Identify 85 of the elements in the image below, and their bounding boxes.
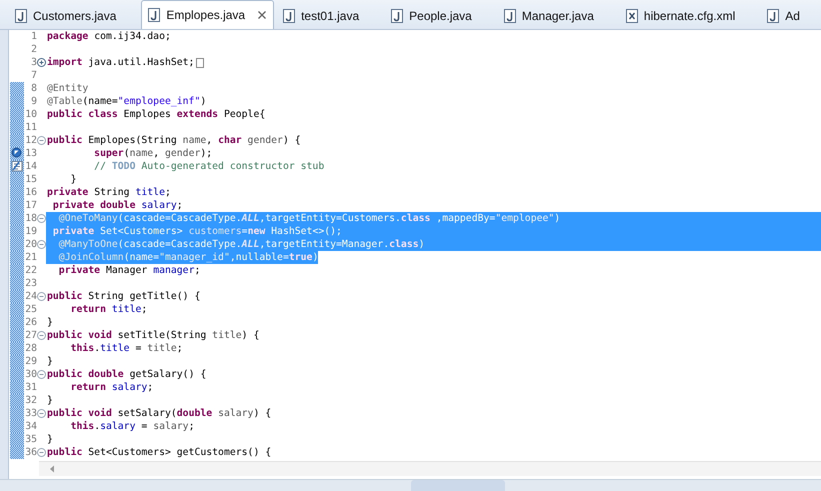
- line-number: 30: [25, 368, 37, 381]
- line-number: 7: [30, 69, 37, 82]
- collapse-icon[interactable]: [37, 331, 46, 340]
- collapse-icon[interactable]: [37, 409, 46, 418]
- code-line: }: [70, 173, 76, 186]
- line-number: 28: [25, 342, 37, 355]
- line-number: 18: [25, 212, 37, 225]
- collapse-icon[interactable]: [37, 136, 46, 145]
- code-line: package com.ij34.dao;: [46, 30, 171, 43]
- code-line: this.title = title;: [70, 342, 183, 355]
- collapse-icon[interactable]: [37, 214, 46, 223]
- code-line: import java.util.HashSet;: [46, 56, 194, 69]
- line-number: 35: [25, 433, 37, 446]
- line-number: 17: [25, 199, 37, 212]
- code-line: public String getTitle() {: [46, 290, 200, 303]
- editor-tab[interactable]: hibernate.cfg.xml: [618, 2, 758, 29]
- editor-tab[interactable]: Emplopes.java: [141, 0, 274, 29]
- editor-tab[interactable]: Manager.java: [496, 2, 617, 29]
- line-number: 1: [30, 30, 37, 43]
- line-number: 8: [30, 82, 37, 95]
- collapse-icon[interactable]: [37, 292, 46, 301]
- line-number: 21: [25, 251, 37, 264]
- line-number: 14: [25, 160, 37, 173]
- xml-file-icon: [626, 9, 638, 23]
- line-number: 25: [25, 303, 37, 316]
- collapse-icon[interactable]: [37, 448, 46, 457]
- java-file-icon: [148, 8, 160, 22]
- line-number: 19: [25, 225, 37, 238]
- editor-tab[interactable]: People.java: [384, 2, 495, 29]
- folded-code-icon: [196, 58, 204, 68]
- code-line: public void setTitle(String title) {: [46, 329, 260, 342]
- line-number: 31: [25, 381, 37, 394]
- editor-tab[interactable]: Customers.java: [8, 2, 140, 29]
- code-line: public double getSalary() {: [46, 368, 206, 381]
- line-number: 27: [25, 329, 37, 342]
- code-line: private String title;: [46, 186, 171, 199]
- line-number: 32: [25, 394, 37, 407]
- code-line: private Manager manager;: [58, 264, 200, 277]
- code-line: public void setSalary(double salary) {: [46, 407, 272, 420]
- line-number: 10: [25, 108, 37, 121]
- line-number: 36: [25, 446, 37, 459]
- line-number: 11: [25, 121, 37, 134]
- line-number: 2: [30, 43, 37, 56]
- code-line: this.salary = salary;: [70, 420, 194, 433]
- line-number: 12: [25, 134, 37, 147]
- line-number: 15: [25, 173, 37, 186]
- java-file-icon: [391, 9, 404, 23]
- horizontal-scrollbar[interactable]: [39, 461, 821, 476]
- code-line: }: [46, 316, 53, 329]
- line-number: 13: [25, 147, 37, 160]
- code-line: @Entity: [46, 82, 88, 95]
- editor-tab[interactable]: Ad: [760, 2, 803, 29]
- expand-icon[interactable]: [37, 58, 46, 67]
- code-line: }: [46, 394, 53, 407]
- code-line: @Table(name="emplopee_inf"): [46, 95, 206, 108]
- line-number: 23: [25, 277, 37, 290]
- code-line: }: [46, 433, 53, 446]
- line-number: 34: [25, 420, 37, 433]
- collapse-icon[interactable]: [37, 240, 46, 249]
- left-arrow-icon: [49, 465, 55, 473]
- java-file-icon: [504, 9, 516, 23]
- java-file-icon: [767, 9, 780, 23]
- java-file-icon: [15, 9, 27, 23]
- code-line: public Set<Customers> getCustomers() {: [46, 446, 272, 459]
- line-number: 26: [25, 316, 37, 329]
- line-number: 29: [25, 355, 37, 368]
- code-line: public class Emplopes extends People{: [46, 108, 266, 121]
- code-line: private double salary;: [52, 199, 183, 212]
- line-number: 3: [30, 56, 37, 69]
- code-line: return title;: [70, 303, 148, 316]
- code-line: // TODO Auto-generated constructor stub: [93, 160, 324, 173]
- line-number: 16: [25, 186, 37, 199]
- close-icon[interactable]: [257, 10, 268, 20]
- line-number: 24: [25, 290, 37, 303]
- java-file-icon: [283, 9, 296, 23]
- line-number: 9: [30, 95, 37, 108]
- line-number: 33: [25, 407, 37, 420]
- collapse-icon[interactable]: [37, 370, 46, 379]
- code-line: super(name, gender);: [93, 147, 212, 160]
- code-line: return salary;: [70, 381, 154, 394]
- editor-tab[interactable]: test01.java: [276, 2, 382, 29]
- line-number: 20: [25, 238, 37, 251]
- code-line: public Emplopes(String name, char gender) {: [46, 134, 301, 147]
- code-line: }: [46, 355, 53, 368]
- line-number: 22: [25, 264, 37, 277]
